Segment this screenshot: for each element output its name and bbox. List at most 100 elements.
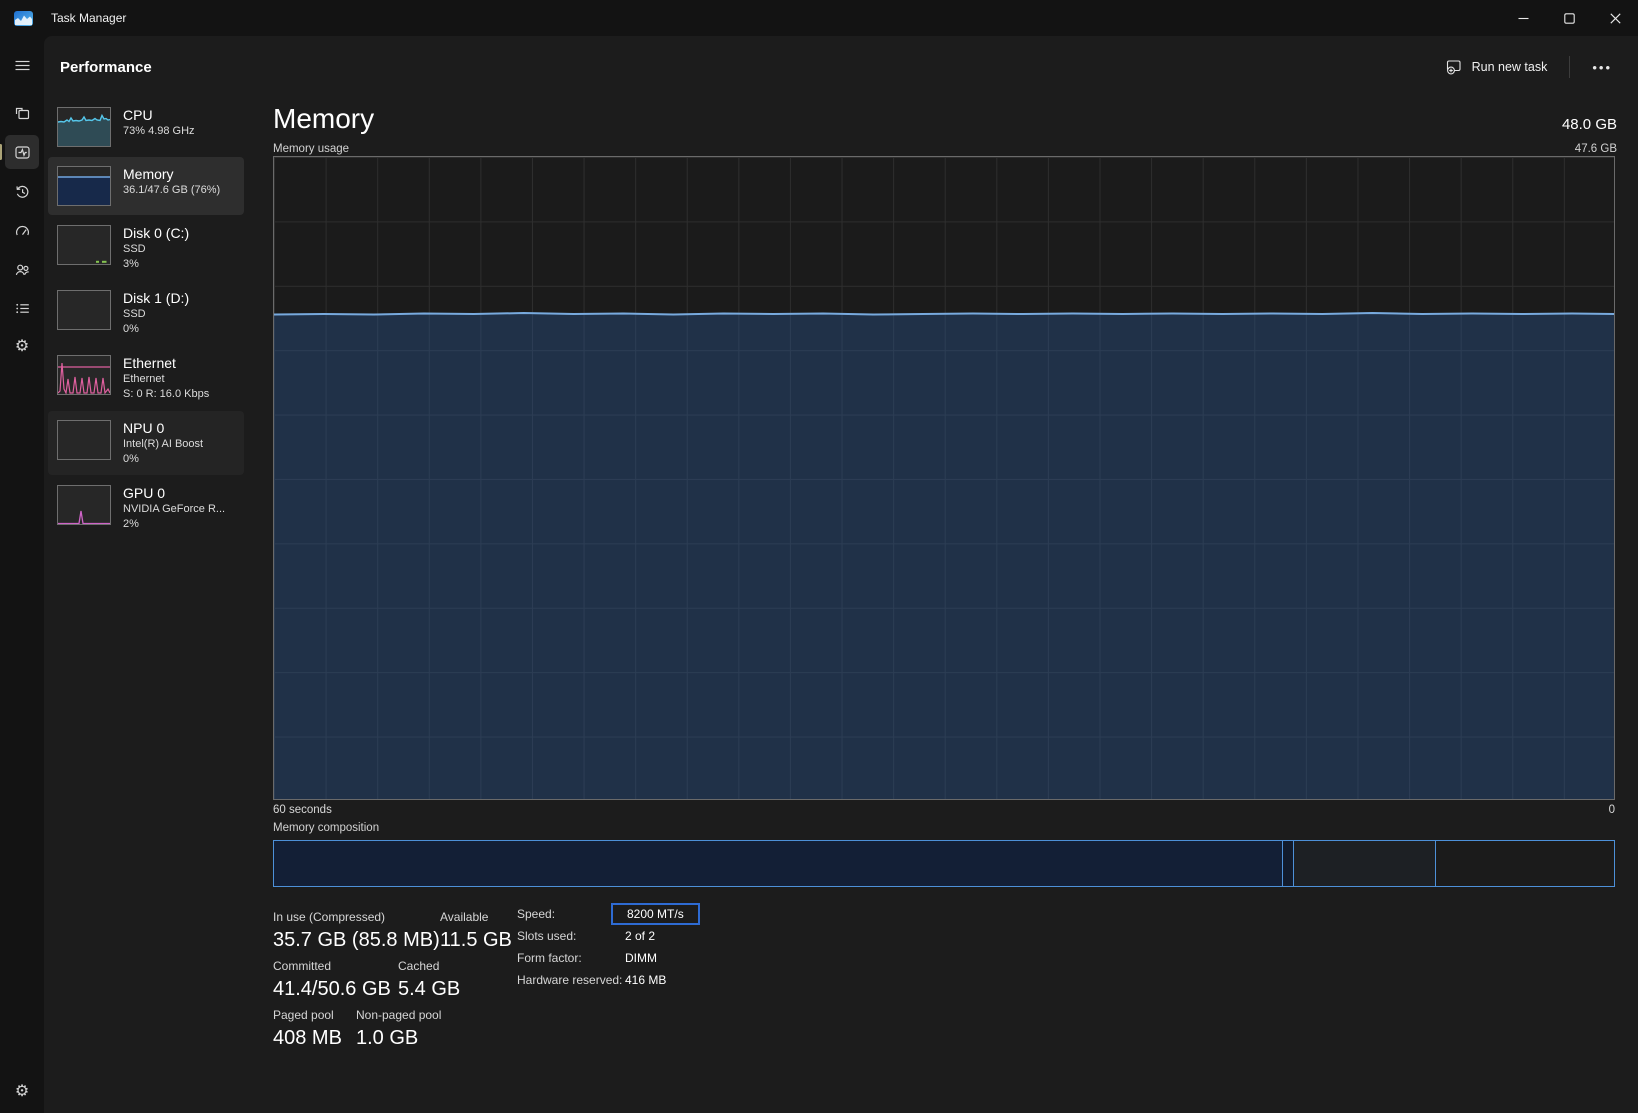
close-icon[interactable] (1592, 0, 1638, 36)
nav-processes-icon[interactable] (5, 96, 39, 130)
minimize-icon[interactable] (1500, 0, 1546, 36)
services-gear-glyph: ⚙ (15, 339, 29, 355)
device-sub: SSD (123, 307, 189, 322)
header-separator (1569, 56, 1570, 78)
device-sub2: S: 0 R: 16.0 Kbps (123, 387, 209, 402)
content-surface: Performance Run new task ••• (44, 36, 1638, 1113)
ethernet-mini-graph (57, 355, 111, 395)
composition-modified-segment (1283, 841, 1294, 886)
detail-label: Hardware reserved: (517, 973, 625, 987)
task-manager-logo-icon (14, 11, 33, 26)
device-name: Ethernet (123, 355, 209, 372)
stat-value: 5.4 GB (398, 978, 460, 1001)
memory-panel-title: Memory (273, 103, 374, 135)
device-name: CPU (123, 107, 195, 124)
stat-committed: Committed 41.4/50.6 GB (273, 959, 391, 1001)
stat-cached: Cached 5.4 GB (398, 959, 460, 1001)
device-sub2: 0% (123, 322, 189, 337)
npu0-mini-graph (57, 420, 111, 460)
detail-value: 2 of 2 (625, 929, 655, 943)
composition-in-use-segment (274, 841, 1283, 886)
stat-value: 35.7 GB (85.8 MB) (273, 929, 440, 952)
composition-free-segment (1436, 841, 1614, 886)
stat-value: 1.0 GB (356, 1027, 441, 1050)
app-title: Task Manager (51, 11, 126, 25)
sidebar-item-cpu[interactable]: CPU 73% 4.98 GHz (48, 98, 244, 156)
device-sub: Ethernet (123, 372, 209, 387)
content-header: Performance Run new task ••• (44, 36, 1638, 98)
stat-nonpaged-pool: Non-paged pool 1.0 GB (356, 1008, 441, 1050)
stat-in-use: In use (Compressed) 35.7 GB (85.8 MB) (273, 910, 440, 952)
device-sub: NVIDIA GeForce R... (123, 502, 225, 517)
stat-label: Cached (398, 959, 460, 973)
memory-usage-label: Memory usage (273, 143, 349, 155)
stat-label: Available (440, 910, 512, 924)
nav-services-icon[interactable]: ⚙ (5, 330, 39, 364)
nav-performance-icon[interactable] (5, 135, 39, 169)
device-sub: Intel(R) AI Boost (123, 437, 203, 452)
performance-device-list: CPU 73% 4.98 GHz Memory 36.1/47.6 GB (76… (48, 98, 244, 541)
settings-gear-icon[interactable]: ⚙ (0, 1083, 44, 1101)
memory-total-capacity: 48.0 GB (1562, 116, 1617, 133)
x-axis-right-label: 0 (1609, 804, 1615, 816)
nav-details-icon[interactable] (5, 291, 39, 325)
detail-value: DIMM (625, 951, 657, 965)
stat-label: Non-paged pool (356, 1008, 441, 1022)
run-new-task-label: Run new task (1472, 60, 1548, 74)
disk0-mini-graph (57, 225, 111, 265)
new-window-plus-icon (1446, 59, 1463, 75)
stat-paged-pool: Paged pool 408 MB (273, 1008, 342, 1050)
sidebar-item-memory[interactable]: Memory 36.1/47.6 GB (76%) (48, 157, 244, 215)
header-actions: Run new task ••• (1434, 36, 1624, 98)
device-name: Disk 1 (D:) (123, 290, 189, 307)
device-sub2: 2% (123, 517, 225, 532)
more-options-button[interactable]: ••• (1580, 54, 1624, 81)
window-controls (1500, 0, 1638, 36)
device-sub2: 0% (123, 452, 203, 467)
usage-scale-row: Memory usage 47.6 GB (273, 143, 1617, 155)
cpu-mini-graph (57, 107, 111, 147)
maximize-icon[interactable] (1546, 0, 1592, 36)
sidebar-item-disk0[interactable]: Disk 0 (C:) SSD 3% (48, 216, 244, 280)
nav-rail: ⚙ ⚙ (0, 36, 44, 1113)
detail-row-form-factor: Form factor: DIMM (517, 949, 700, 966)
detail-row-speed: Speed: 8200 MT/s (517, 905, 700, 922)
device-name: GPU 0 (123, 485, 225, 502)
device-sub: SSD (123, 242, 189, 257)
graph-x-axis: 60 seconds 0 (273, 804, 1615, 816)
composition-standby-segment (1294, 841, 1435, 886)
sidebar-item-npu0[interactable]: NPU 0 Intel(R) AI Boost 0% (48, 411, 244, 475)
stat-label: In use (Compressed) (273, 910, 440, 924)
graph-scale-max: 47.6 GB (1575, 143, 1617, 155)
stat-label: Paged pool (273, 1008, 342, 1022)
device-name: NPU 0 (123, 420, 203, 437)
device-sub: 36.1/47.6 GB (76%) (123, 183, 220, 198)
device-name: Disk 0 (C:) (123, 225, 189, 242)
device-sub2: 3% (123, 257, 189, 272)
detail-row-hardware-reserved: Hardware reserved: 416 MB (517, 971, 700, 988)
nav-users-icon[interactable] (5, 252, 39, 286)
stat-value: 408 MB (273, 1027, 342, 1050)
sidebar-item-disk1[interactable]: Disk 1 (D:) SSD 0% (48, 281, 244, 345)
stat-label: Committed (273, 959, 391, 973)
detail-label: Slots used: (517, 929, 625, 943)
speed-value-focused[interactable]: 8200 MT/s (611, 903, 700, 925)
stat-available: Available 11.5 GB (440, 910, 512, 952)
memory-composition-bar (273, 840, 1615, 887)
memory-usage-area (274, 157, 1614, 799)
hamburger-menu-icon[interactable] (5, 48, 39, 82)
memory-usage-graph (273, 156, 1615, 800)
nav-app-history-icon[interactable] (5, 174, 39, 208)
x-axis-left-label: 60 seconds (273, 804, 332, 816)
run-new-task-button[interactable]: Run new task (1434, 52, 1560, 82)
nav-selected-accent (0, 144, 2, 160)
sidebar-item-gpu0[interactable]: GPU 0 NVIDIA GeForce R... 2% (48, 476, 244, 540)
nav-startup-apps-icon[interactable] (5, 213, 39, 247)
detail-value: 416 MB (625, 973, 666, 987)
settings-gear-glyph: ⚙ (15, 1083, 29, 1100)
sidebar-item-ethernet[interactable]: Ethernet Ethernet S: 0 R: 16.0 Kbps (48, 346, 244, 410)
hardware-details: Speed: 8200 MT/s Slots used: 2 of 2 Form… (517, 905, 700, 993)
device-name: Memory (123, 166, 220, 183)
detail-row-slots: Slots used: 2 of 2 (517, 927, 700, 944)
stat-value: 41.4/50.6 GB (273, 978, 391, 1001)
